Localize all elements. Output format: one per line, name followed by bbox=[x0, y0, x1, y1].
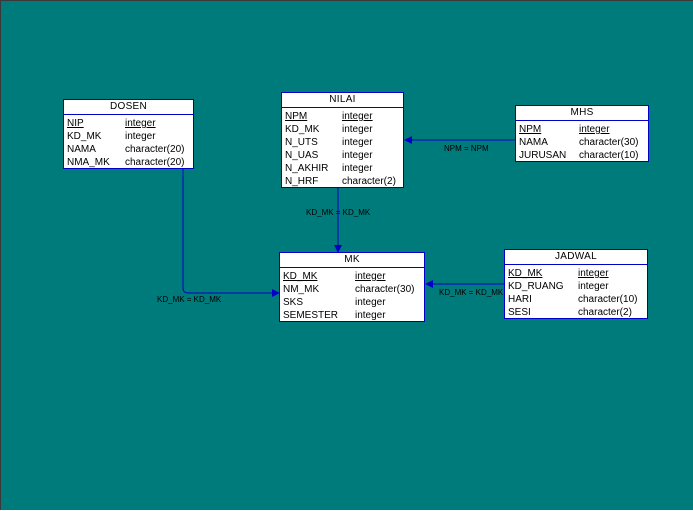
column-row[interactable]: NPM integer bbox=[519, 123, 648, 136]
column-row[interactable]: KD_MK integer bbox=[283, 270, 424, 283]
column-type: character(30) bbox=[355, 284, 415, 295]
column-row[interactable]: N_UTS integer bbox=[285, 136, 403, 149]
column-type: character(10) bbox=[579, 150, 639, 161]
column-name: NM_MK bbox=[283, 284, 320, 295]
column-type: integer bbox=[125, 118, 156, 129]
column-type: integer bbox=[342, 111, 373, 122]
column-row[interactable]: JURUSAN character(10) bbox=[519, 149, 648, 162]
column-row[interactable]: NIP integer bbox=[67, 117, 193, 130]
column-type: integer bbox=[342, 124, 373, 135]
column-name: N_UAS bbox=[285, 150, 319, 161]
column-row[interactable]: NAMA character(30) bbox=[519, 136, 648, 149]
column-row[interactable]: NM_MK character(30) bbox=[283, 283, 424, 296]
column-type: character(20) bbox=[125, 157, 185, 168]
column-name: SESI bbox=[508, 307, 531, 318]
diagram-canvas: DOSEN NIP integer KD_MK integer NAMA characte… bbox=[0, 0, 693, 510]
column-type: integer bbox=[125, 131, 156, 142]
column-row[interactable]: KD_MK integer bbox=[285, 123, 403, 136]
column-type: integer bbox=[355, 271, 386, 282]
relationship-label-jadwal-mk: KD_MK = KD_MK bbox=[439, 288, 504, 297]
column-name: KD_MK bbox=[67, 131, 102, 142]
column-type: character(30) bbox=[579, 137, 639, 148]
column-name: NAMA bbox=[67, 144, 96, 155]
entity-title: MK bbox=[280, 253, 424, 268]
relationship-label-mhs-nilai: NPM = NPM bbox=[444, 144, 489, 153]
column-name: N_HRF bbox=[285, 176, 319, 187]
column-list: KD_MK integer NM_MK character(30) SKS integer… bbox=[280, 268, 424, 322]
entity-jadwal[interactable]: JADWAL KD_MK integer KD_RUANG integer HARI ch… bbox=[504, 249, 648, 319]
column-type: integer bbox=[342, 137, 373, 148]
relationship-label-dosen-mk: KD_MK = KD_MK bbox=[157, 295, 222, 304]
column-type: character(20) bbox=[125, 144, 185, 155]
column-name: SEMESTER bbox=[283, 310, 339, 321]
column-name: N_UTS bbox=[285, 137, 318, 148]
entity-title: NILAI bbox=[282, 93, 403, 108]
column-name: SKS bbox=[283, 297, 304, 308]
column-row[interactable]: SESI character(2) bbox=[508, 306, 647, 319]
column-row[interactable]: NAMA character(20) bbox=[67, 143, 193, 156]
column-name: N_AKHIR bbox=[285, 163, 329, 174]
column-row[interactable]: N_UAS integer bbox=[285, 149, 403, 162]
entity-title: JADWAL bbox=[505, 250, 647, 265]
column-type: character(10) bbox=[578, 294, 638, 305]
relationship-label-nilai-mk: KD_MK = KD_MK bbox=[306, 208, 371, 217]
entity-nilai[interactable]: NILAI NPM integer KD_MK integer N_UTS integer… bbox=[281, 92, 404, 188]
column-row[interactable]: SEMESTER integer bbox=[283, 309, 424, 322]
column-name: KD_MK bbox=[283, 271, 318, 282]
column-type: integer bbox=[578, 268, 609, 279]
column-type: integer bbox=[355, 297, 386, 308]
entity-title: MHS bbox=[516, 106, 648, 121]
column-type: integer bbox=[578, 281, 609, 292]
column-row[interactable]: KD_RUANG integer bbox=[508, 280, 647, 293]
column-row[interactable]: NMA_MK character(20) bbox=[67, 156, 193, 169]
column-list: NPM integer KD_MK integer N_UTS integer N_UAS i… bbox=[282, 108, 403, 188]
column-list: NIP integer KD_MK integer NAMA character(20) N… bbox=[64, 115, 193, 169]
column-name: NAMA bbox=[519, 137, 548, 148]
column-type: integer bbox=[342, 163, 373, 174]
entity-title: DOSEN bbox=[64, 100, 193, 115]
column-name: NPM bbox=[519, 124, 542, 135]
column-name: JURUSAN bbox=[519, 150, 567, 161]
column-row[interactable]: N_HRF character(2) bbox=[285, 175, 403, 188]
column-name: NPM bbox=[285, 111, 308, 122]
column-type: integer bbox=[355, 310, 386, 321]
column-row[interactable]: KD_MK integer bbox=[67, 130, 193, 143]
column-list: KD_MK integer KD_RUANG integer HARI character… bbox=[505, 265, 647, 319]
column-name: KD_MK bbox=[285, 124, 320, 135]
entity-mk[interactable]: MK KD_MK integer NM_MK character(30) SKS inte… bbox=[279, 252, 425, 322]
column-type: integer bbox=[579, 124, 610, 135]
column-row[interactable]: SKS integer bbox=[283, 296, 424, 309]
column-type: character(2) bbox=[578, 307, 632, 318]
column-row[interactable]: KD_MK integer bbox=[508, 267, 647, 280]
column-list: NPM integer NAMA character(30) JURUSAN charac… bbox=[516, 121, 648, 162]
column-name: NIP bbox=[67, 118, 84, 129]
column-row[interactable]: HARI character(10) bbox=[508, 293, 647, 306]
column-row[interactable]: N_AKHIR integer bbox=[285, 162, 403, 175]
column-type: character(2) bbox=[342, 176, 396, 187]
column-name: KD_RUANG bbox=[508, 281, 564, 292]
column-row[interactable]: NPM integer bbox=[285, 110, 403, 123]
column-name: HARI bbox=[508, 294, 532, 305]
entity-mhs[interactable]: MHS NPM integer NAMA character(30) JURUSAN ch… bbox=[515, 105, 649, 162]
column-type: integer bbox=[342, 150, 373, 161]
column-name: NMA_MK bbox=[67, 157, 110, 168]
column-name: KD_MK bbox=[508, 268, 543, 279]
entity-dosen[interactable]: DOSEN NIP integer KD_MK integer NAMA characte… bbox=[63, 99, 194, 169]
link-dosen-mk[interactable] bbox=[182, 169, 280, 297]
